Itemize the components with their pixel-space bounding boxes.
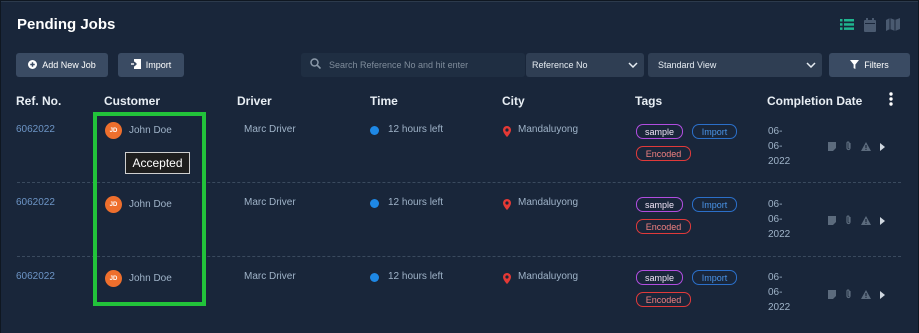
tag-sample[interactable]: sample bbox=[636, 270, 683, 285]
driver-name: Marc Driver bbox=[244, 124, 296, 135]
column-header-ref-no[interactable]: Ref. No. bbox=[16, 94, 61, 108]
warning-icon[interactable] bbox=[861, 212, 871, 230]
search-input[interactable] bbox=[329, 60, 519, 70]
tag-encoded[interactable]: Encoded bbox=[636, 292, 691, 307]
filters-button[interactable]: Filters bbox=[829, 53, 910, 77]
add-new-job-label: Add New Job bbox=[42, 60, 96, 70]
tag-encoded[interactable]: Encoded bbox=[636, 146, 691, 161]
column-header-completion-date[interactable]: Completion Date bbox=[767, 94, 862, 108]
ref-no-link[interactable]: 6062022 bbox=[16, 124, 55, 135]
status-dot-icon bbox=[370, 199, 379, 208]
driver-name: Marc Driver bbox=[244, 197, 296, 208]
driver-name: Marc Driver bbox=[244, 271, 296, 282]
search-icon bbox=[310, 56, 322, 74]
customer-column-highlight bbox=[93, 112, 206, 306]
view-switcher bbox=[840, 18, 900, 32]
tag-import[interactable]: Import bbox=[692, 270, 737, 285]
import-icon bbox=[130, 59, 141, 71]
import-label: Import bbox=[145, 60, 172, 70]
warning-icon[interactable] bbox=[861, 286, 871, 304]
completion-date: 06- 06- 2022 bbox=[768, 199, 791, 240]
filter-icon bbox=[850, 59, 860, 71]
column-header-driver[interactable]: Driver bbox=[237, 94, 272, 108]
search-bar bbox=[301, 53, 525, 77]
page-title: Pending Jobs bbox=[17, 16, 116, 33]
map-pin-icon bbox=[503, 271, 511, 289]
time-left: 12 hours left bbox=[388, 197, 444, 208]
time-left: 12 hours left bbox=[388, 271, 444, 282]
map-pin-icon bbox=[503, 124, 511, 142]
plus-circle-icon bbox=[28, 59, 38, 71]
caret-right-icon[interactable] bbox=[880, 212, 885, 230]
row-actions bbox=[828, 212, 885, 230]
pending-jobs-panel: Pending Jobs Add New Job Import Search R… bbox=[1, 1, 918, 333]
map-view-icon[interactable] bbox=[886, 18, 900, 32]
note-icon[interactable] bbox=[828, 212, 836, 230]
search-field-select[interactable]: Reference No bbox=[526, 53, 644, 77]
tag-import[interactable]: Import bbox=[692, 124, 737, 139]
column-header-tags[interactable]: Tags bbox=[635, 94, 662, 108]
status-dot-icon bbox=[370, 126, 379, 135]
chevron-down-icon bbox=[806, 60, 816, 70]
row-actions bbox=[828, 286, 885, 304]
ref-no-link[interactable]: 6062022 bbox=[16, 271, 55, 282]
add-new-job-button[interactable]: Add New Job bbox=[16, 53, 108, 77]
warning-icon[interactable] bbox=[861, 138, 871, 156]
row-actions bbox=[828, 138, 885, 156]
city-name: Mandaluyong bbox=[518, 197, 579, 208]
tag-sample[interactable]: sample bbox=[636, 197, 683, 212]
city-name: Mandaluyong bbox=[518, 271, 579, 282]
more-vertical-icon[interactable] bbox=[889, 92, 893, 111]
paperclip-icon[interactable] bbox=[845, 286, 852, 304]
time-left: 12 hours left bbox=[388, 124, 444, 135]
map-pin-icon bbox=[503, 197, 511, 215]
column-header-customer[interactable]: Customer bbox=[104, 94, 160, 108]
tag-import[interactable]: Import bbox=[692, 197, 737, 212]
paperclip-icon[interactable] bbox=[845, 138, 852, 156]
column-header-time[interactable]: Time bbox=[370, 94, 398, 108]
view-select[interactable]: Standard View bbox=[648, 53, 822, 77]
tag-sample[interactable]: sample bbox=[636, 124, 683, 139]
chevron-down-icon bbox=[628, 60, 638, 70]
note-icon[interactable] bbox=[828, 138, 836, 156]
view-select-value: Standard View bbox=[658, 60, 717, 70]
paperclip-icon[interactable] bbox=[845, 212, 852, 230]
search-field-value: Reference No bbox=[532, 60, 588, 70]
note-icon[interactable] bbox=[828, 286, 836, 304]
filters-label: Filters bbox=[864, 60, 889, 70]
completion-date: 06- 06- 2022 bbox=[768, 126, 791, 167]
caret-right-icon[interactable] bbox=[880, 286, 885, 304]
import-button[interactable]: Import bbox=[118, 53, 184, 77]
caret-right-icon[interactable] bbox=[880, 138, 885, 156]
calendar-view-icon[interactable] bbox=[864, 18, 876, 32]
tag-encoded[interactable]: Encoded bbox=[636, 219, 691, 234]
status-dot-icon bbox=[370, 273, 379, 282]
completion-date: 06- 06- 2022 bbox=[768, 272, 791, 313]
ref-no-link[interactable]: 6062022 bbox=[16, 197, 55, 208]
city-name: Mandaluyong bbox=[518, 124, 579, 135]
column-header-city[interactable]: City bbox=[502, 94, 525, 108]
list-view-icon[interactable] bbox=[840, 18, 854, 32]
